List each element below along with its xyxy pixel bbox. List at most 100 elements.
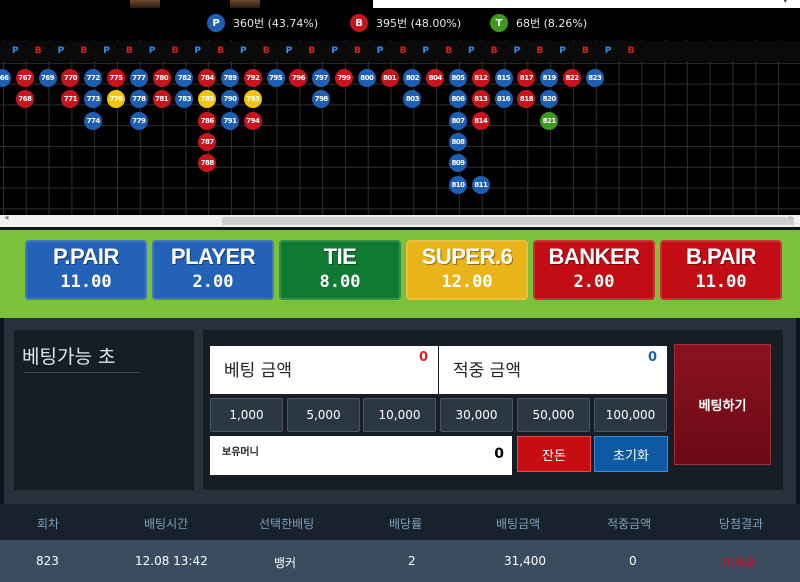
bead-805: 805 <box>449 69 467 87</box>
bead-header-label: B <box>445 46 453 56</box>
bead-header-label: P <box>604 46 612 56</box>
bead-811: 811 <box>471 175 490 194</box>
bead-header-label: P <box>103 46 110 56</box>
history-col-choice: 선택한배팅 <box>259 517 315 531</box>
bead-781: 781 <box>152 90 171 109</box>
bead-header-label: P <box>285 46 293 56</box>
option-odds: 11.00 <box>60 272 112 292</box>
balance-value: 0 <box>494 446 504 462</box>
bead-header-label: P <box>12 46 19 56</box>
bead-795: 795 <box>266 69 285 87</box>
bead-header-label: P <box>57 46 65 56</box>
bead-786: 786 <box>198 111 217 130</box>
bead-801: 801 <box>380 69 399 87</box>
option-name: B.PAIR <box>686 244 756 269</box>
option-player-button[interactable]: PLAYER 2.00 <box>152 240 274 300</box>
bead-793: 793 <box>243 90 262 109</box>
bead-header-label: B <box>262 46 270 56</box>
history-col-time: 배팅시간 <box>144 517 189 531</box>
option-p-pair-button[interactable]: P.PAIR 11.00 <box>25 240 147 300</box>
banker-stat-text: 395번 (48.00%) <box>376 17 462 30</box>
bead-822: 822 <box>563 69 581 87</box>
tie-stat-text: 68번 (8.26%) <box>516 17 588 30</box>
option-super6-button[interactable]: SUPER.6 12.00 <box>406 240 528 300</box>
change-button[interactable]: 잔돈 <box>517 436 591 472</box>
bead-800: 800 <box>357 69 376 87</box>
bead-header-label: P <box>513 46 521 56</box>
bead-808: 808 <box>449 132 467 151</box>
player-stat-text: 360번 (43.74%) <box>233 17 319 30</box>
player-dot-icon: P <box>207 14 225 32</box>
chip-50000-button[interactable]: 50,000 <box>517 398 590 432</box>
bead-799: 799 <box>335 69 353 87</box>
option-b-pair-button[interactable]: B.PAIR 11.00 <box>660 240 782 300</box>
bead-header-label: P <box>468 46 475 56</box>
bead-791: 791 <box>221 111 239 130</box>
option-name: PLAYER <box>170 244 256 269</box>
bead-778: 778 <box>129 90 148 109</box>
history-col-bet-amount: 배팅금액 <box>496 517 541 531</box>
balance-label: 보유머니 <box>222 447 259 458</box>
option-name: BANKER <box>548 244 640 269</box>
bead-768: 768 <box>15 90 34 109</box>
bead-779: 779 <box>129 111 148 130</box>
history-time: 12.08 13:42 <box>135 554 208 568</box>
bead-header-label: B <box>490 46 498 56</box>
bead-header-label: P <box>376 46 384 56</box>
chip-5000-button[interactable]: 5,000 <box>287 398 360 432</box>
scroll-left-icon[interactable]: ◂ <box>4 213 9 223</box>
bead-814: 814 <box>471 111 490 130</box>
bead-812: 812 <box>471 69 490 87</box>
history-col-odds: 배당률 <box>389 517 423 531</box>
reset-button[interactable]: 초기화 <box>594 436 668 472</box>
bead-header-label: B <box>126 46 133 56</box>
bead-road-grid <box>0 40 800 215</box>
chip-30000-button[interactable]: 30,000 <box>440 398 513 432</box>
option-odds: 12.00 <box>441 272 493 292</box>
bead-header-label: B <box>308 46 316 56</box>
bead-header-label: B <box>217 46 225 56</box>
win-amount-field: 적중 금액 0 <box>439 346 667 394</box>
bead-775: 775 <box>107 69 125 87</box>
chip-1000-button[interactable]: 1,000 <box>210 398 283 432</box>
history-result: 미적중 <box>723 556 757 570</box>
history-round: 823 <box>36 554 59 568</box>
bead-header-label: B <box>34 46 42 56</box>
bet-amount-value: 0 <box>418 350 428 365</box>
option-name: SUPER.6 <box>421 244 513 269</box>
history-win-amount: 0 <box>629 554 637 568</box>
bead-780: 780 <box>152 69 171 87</box>
bead-792: 792 <box>243 69 262 87</box>
bead-816: 816 <box>494 90 513 109</box>
bead-header-label: P <box>240 46 247 56</box>
option-banker-button[interactable]: BANKER 2.00 <box>533 240 655 300</box>
scrollbar-thumb[interactable] <box>222 217 794 225</box>
bead-header-label: B <box>627 46 635 56</box>
bead-810: 810 <box>449 175 467 194</box>
option-name: TIE <box>323 244 357 269</box>
history-bet-amount: 31,400 <box>504 554 546 568</box>
history-col-win-amount: 적중금액 <box>607 517 652 531</box>
win-amount-label: 적중 금액 <box>453 361 521 381</box>
table-row <box>0 540 800 582</box>
timer-divider <box>24 372 139 373</box>
bead-769: 769 <box>38 69 57 87</box>
bet-amount-field[interactable]: 베팅 금액 0 <box>210 346 438 394</box>
chip-100000-button[interactable]: 100,000 <box>594 398 667 432</box>
bead-815: 815 <box>494 69 513 87</box>
history-odds: 2 <box>408 554 416 568</box>
bead-header-label: B <box>399 46 407 56</box>
scroll-right-icon[interactable]: ▸ <box>789 213 794 223</box>
bead-823: 823 <box>585 69 604 87</box>
option-tie-button[interactable]: TIE 8.00 <box>279 240 401 300</box>
place-bet-button[interactable]: 베팅하기 <box>674 344 771 465</box>
chevron-down-icon[interactable]: ▾ <box>783 0 788 6</box>
dealer-thumbnail-right <box>230 0 260 8</box>
chip-10000-button[interactable]: 10,000 <box>363 398 436 432</box>
bead-header-label: B <box>354 46 361 56</box>
banker-stat: B 395번 (48.00%) <box>350 13 461 33</box>
bead-header-label: P <box>331 46 338 56</box>
history-col-round: 회차 <box>37 517 60 531</box>
balance-field: 보유머니 0 <box>210 436 512 475</box>
select-box[interactable] <box>373 0 800 8</box>
